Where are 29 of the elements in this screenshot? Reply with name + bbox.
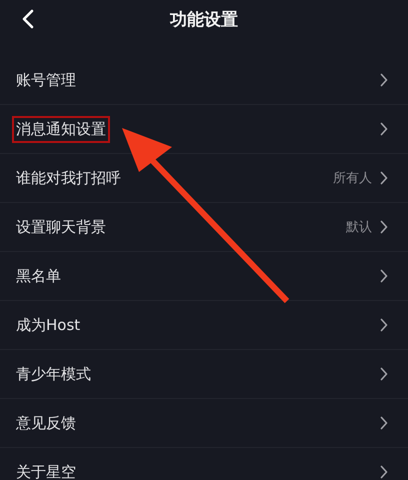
setting-label: 账号管理 xyxy=(16,70,77,90)
setting-value: 所有人 xyxy=(333,170,372,187)
chevron-icon xyxy=(380,269,388,283)
setting-label: 青少年模式 xyxy=(16,364,92,384)
setting-label: 意见反馈 xyxy=(16,414,77,432)
setting-label: 设置聊天背景 xyxy=(16,218,107,236)
back-icon[interactable] xyxy=(22,9,34,29)
setting-label: 成为Host xyxy=(16,316,82,334)
settings-row[interactable]: 账号管理 xyxy=(0,56,408,105)
settings-row[interactable]: 黑名单 xyxy=(0,252,408,301)
chevron-icon xyxy=(380,367,388,381)
settings-row[interactable]: 青少年模式 xyxy=(0,350,408,399)
chevron-icon xyxy=(380,318,388,332)
setting-value: 默认 xyxy=(346,219,372,236)
settings-row[interactable]: 意见反馈 xyxy=(0,399,408,448)
chevron-icon xyxy=(380,122,388,136)
chevron-icon xyxy=(380,465,388,479)
chevron-icon xyxy=(380,73,388,87)
chevron-icon xyxy=(380,416,388,430)
chevron-icon xyxy=(380,220,388,234)
settings-row[interactable]: 成为Host xyxy=(0,301,408,350)
chevron-icon xyxy=(380,171,388,185)
settings-row[interactable]: 消息通知设置 xyxy=(0,105,408,154)
setting-label: 黑名单 xyxy=(16,266,62,286)
settings-row[interactable]: 关于星空 xyxy=(0,448,408,480)
setting-label: 关于星空 xyxy=(16,462,77,480)
setting-label: 谁能对我打招呼 xyxy=(16,168,122,188)
settings-row[interactable]: 设置聊天背景 默认 xyxy=(0,203,408,252)
page-title: 功能设置 xyxy=(170,8,238,30)
